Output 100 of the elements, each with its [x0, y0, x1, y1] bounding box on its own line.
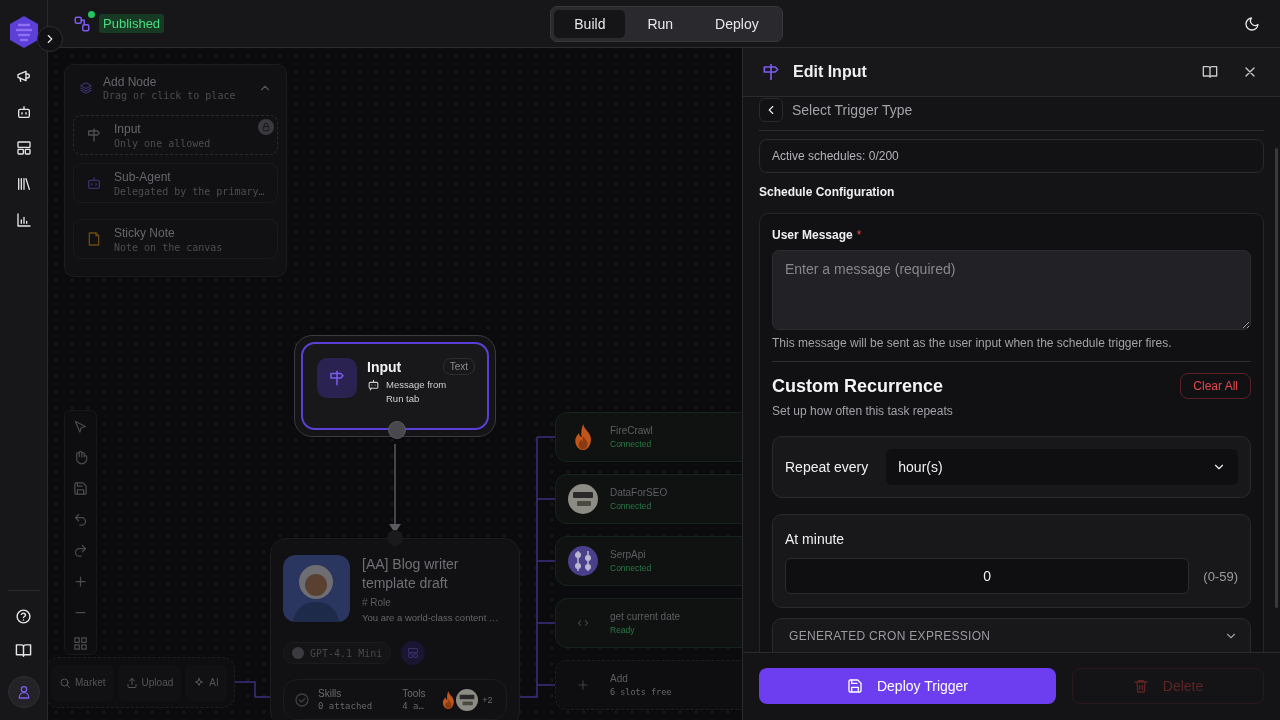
user-avatar-button[interactable] [7, 676, 40, 708]
robot-icon [86, 175, 102, 191]
range-hint: (0-59) [1203, 568, 1238, 584]
cursor-icon[interactable] [73, 419, 88, 434]
more-count: +2 [482, 694, 493, 705]
docs-button[interactable] [1202, 64, 1218, 80]
node-option[interactable]: Sub-Agent Delegated by the primary… [73, 163, 278, 203]
message-field[interactable]: Enter a message (required) [772, 250, 1251, 330]
redo-icon[interactable] [73, 543, 88, 558]
sparkle-icon [193, 676, 206, 689]
signpost-icon [317, 358, 357, 398]
node-title: Input [367, 358, 402, 375]
scrollbar[interactable] [1275, 148, 1278, 608]
help-text: This message will be sent as the user input when the schedule trigger fires. [772, 336, 1173, 350]
layers-icon [79, 81, 93, 95]
tool-status: Connected [610, 501, 653, 511]
book-icon [1202, 64, 1218, 80]
node-option[interactable]: Input Only one allowed [73, 115, 278, 155]
section-title: Schedule Configuration [759, 185, 896, 199]
mode-tab[interactable]: Run [627, 9, 694, 38]
layout-icon [407, 647, 420, 659]
signpost-icon [761, 62, 781, 82]
help-icon[interactable] [15, 608, 32, 625]
tools-count: 4 a… [402, 701, 425, 711]
breadcrumb-label: Select Trigger Type [792, 101, 913, 120]
undo-icon[interactable] [73, 512, 88, 527]
mode-tab[interactable]: Build [554, 9, 626, 38]
deploy-trigger-button[interactable]: Deploy Trigger [759, 668, 1056, 704]
tool-name: Add [610, 673, 629, 684]
recurrence-subtitle: Set up how often this task repeats [772, 404, 954, 418]
connection-handle[interactable] [387, 530, 403, 546]
recurrence-title: Custom Recurrence [772, 375, 944, 397]
search-icon [59, 676, 71, 689]
tool-node[interactable]: FireCrawl Connected [555, 412, 742, 462]
tool-status: Ready [610, 625, 636, 635]
add-tool-node[interactable]: Add 6 slots free [555, 660, 742, 710]
plus-icon [576, 678, 590, 692]
check-circle-icon [294, 691, 310, 708]
node-option[interactable]: Sticky Note Note on the canvas [73, 219, 278, 259]
moon-icon[interactable] [1244, 15, 1260, 32]
tool-node[interactable]: get current date Ready [555, 598, 742, 648]
tool-node[interactable]: DataForSEO Connected [555, 474, 742, 524]
tool-name: DataForSEO [610, 487, 668, 498]
option-title: Input [114, 121, 142, 136]
option-subtitle: Delegated by the primary… [114, 185, 265, 197]
schedule-count-box: Active schedules: 0/200 [759, 139, 1264, 173]
status-badge: Published [99, 14, 165, 33]
clear-all-button[interactable]: Clear All [1180, 373, 1251, 399]
node-description: Message from Run tab [386, 378, 448, 406]
skills-label: Skills [318, 688, 343, 699]
option-subtitle: Note on the canvas [114, 241, 223, 253]
panel-title: Edit Input [793, 63, 868, 81]
book-icon[interactable] [15, 642, 32, 659]
megaphone-icon[interactable] [15, 68, 32, 84]
field-label: At minute [785, 531, 845, 547]
tools-label: Tools [402, 688, 426, 699]
robot-icon [367, 378, 380, 391]
disc-logo-icon [568, 484, 598, 514]
tool-name: FireCrawl [610, 425, 653, 436]
save-icon [846, 678, 863, 694]
back-button[interactable] [759, 98, 783, 122]
input-node[interactable]: Input Text Message from Run tab [294, 335, 496, 437]
lock-icon [258, 119, 274, 135]
panel-title: Add Node [103, 75, 158, 89]
layout-icon[interactable] [15, 140, 32, 156]
option-subtitle: Only one allowed [114, 137, 211, 149]
option-title: Sub-Agent [114, 169, 172, 184]
zoom-in-icon[interactable] [73, 574, 88, 589]
model-icon [292, 647, 304, 659]
tool-name: SerpApi [610, 549, 647, 560]
field-label: Repeat every [785, 459, 869, 475]
flame-icon [441, 690, 455, 709]
option-title: Sticky Note [114, 225, 176, 240]
panel-subtitle: Drag or click to place [103, 90, 237, 101]
save-icon[interactable] [73, 481, 88, 496]
hand-icon[interactable] [73, 450, 88, 465]
unit-dropdown[interactable]: hour(s) [886, 449, 1238, 485]
tool-name: get current date [610, 611, 681, 622]
minute-field[interactable]: 0 [785, 558, 1190, 594]
tool-status: 6 slots free [610, 687, 672, 697]
robot-icon[interactable] [15, 104, 32, 120]
tool-status: Connected [610, 439, 653, 449]
tool-node[interactable]: SerpApi Connected [555, 536, 742, 586]
cron-title: GENERATED CRON EXPRESSION [789, 629, 991, 643]
flame-icon [573, 424, 593, 450]
required-mark: * [856, 228, 862, 242]
skills-count: 0 attached [318, 701, 373, 711]
grid-icon[interactable] [73, 636, 88, 651]
mode-tab[interactable]: Deploy [695, 9, 779, 38]
avatar [283, 555, 350, 622]
note-icon [86, 231, 102, 247]
cron-card[interactable]: GENERATED CRON EXPRESSION [772, 618, 1251, 652]
role-heading: # Role [362, 597, 392, 608]
library-icon[interactable] [15, 176, 32, 192]
logo[interactable] [9, 16, 38, 48]
tool-status: Connected [610, 563, 652, 573]
signpost-icon [86, 127, 102, 143]
bar-chart-icon[interactable] [15, 212, 32, 228]
type-badge: Text [442, 358, 475, 375]
prompt-preview: You are a world-class content … [362, 612, 500, 623]
